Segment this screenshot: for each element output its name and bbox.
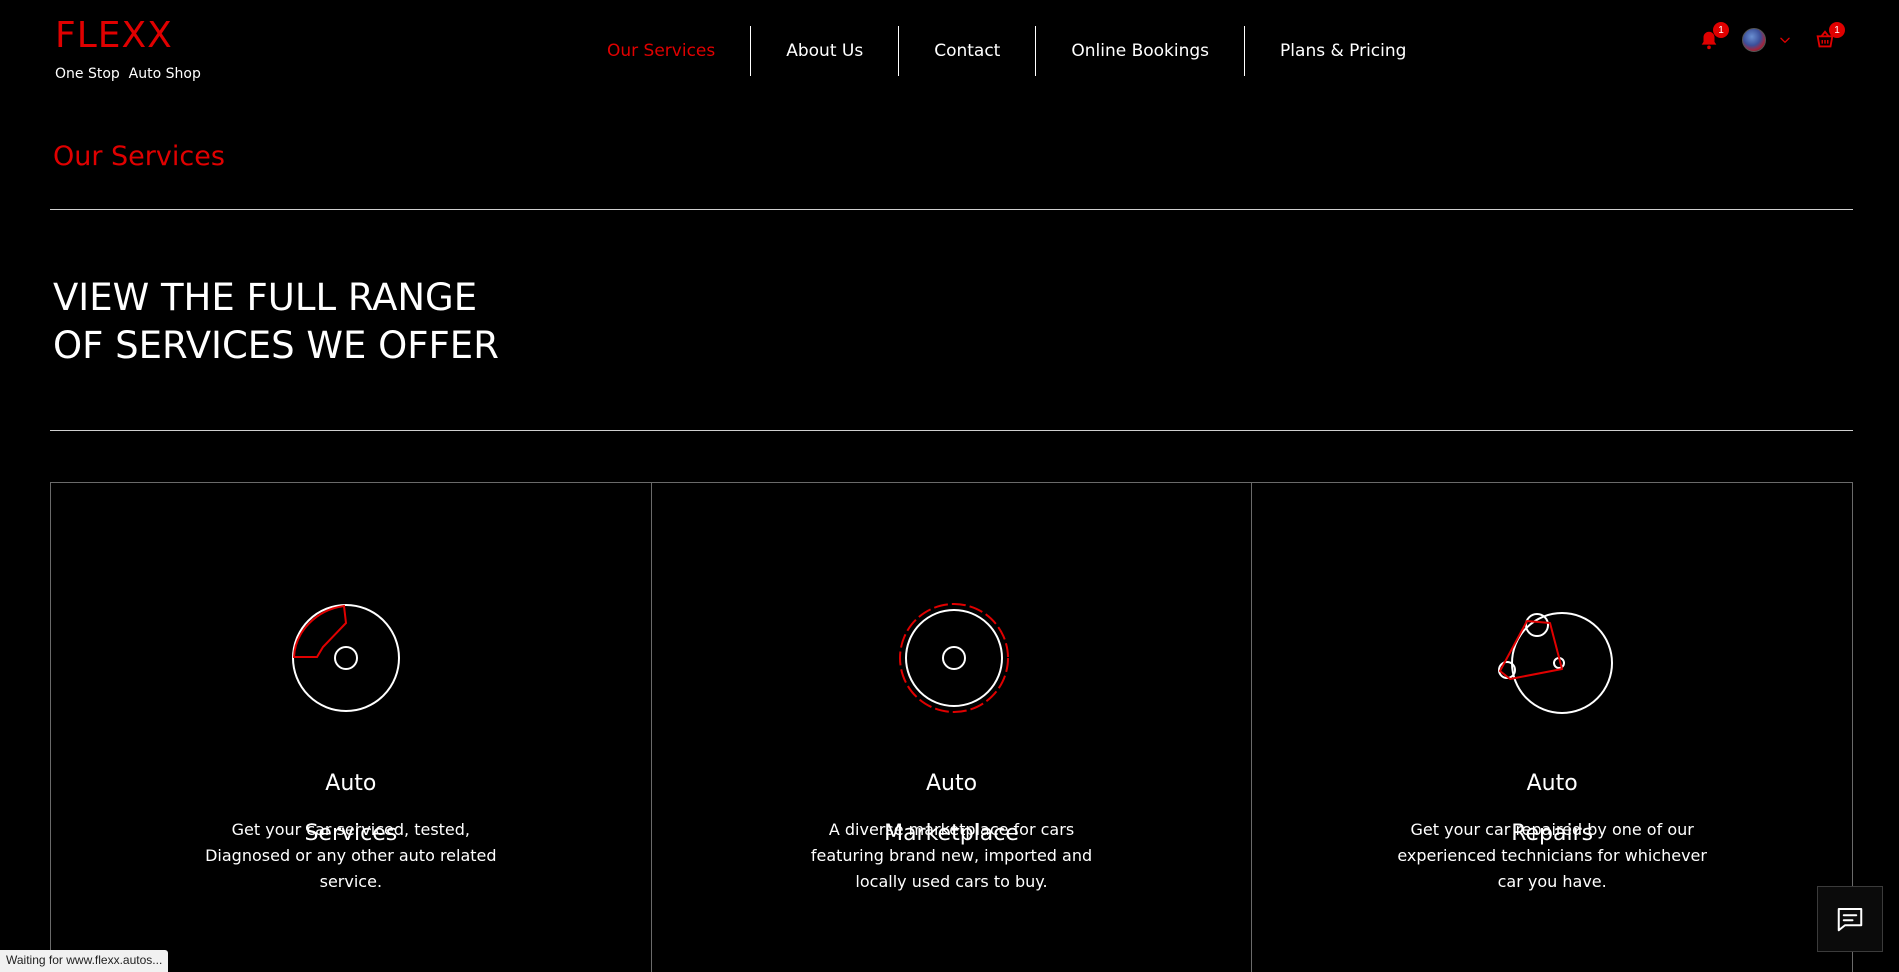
service-description: Get your car serviced, tested, Diagnosed… xyxy=(205,820,497,891)
cart-badge: 1 xyxy=(1829,22,1845,38)
brand-logo[interactable]: FLEXX One Stop Auto Shop xyxy=(55,15,201,83)
account-menu-button[interactable] xyxy=(1737,26,1797,54)
chat-button[interactable] xyxy=(1817,886,1883,952)
tire-segment-icon xyxy=(291,604,400,712)
service-description: Get your car repaired by one of our expe… xyxy=(1397,820,1707,891)
notifications-button[interactable]: 1 xyxy=(1695,22,1729,54)
nav-our-services[interactable]: Our Services xyxy=(572,26,750,76)
header-tools: 1 1 xyxy=(1695,22,1845,54)
avatar xyxy=(1742,28,1766,52)
page-title: Our Services xyxy=(53,141,225,172)
divider xyxy=(50,430,1853,431)
nav-plans-pricing[interactable]: Plans & Pricing xyxy=(1244,26,1441,76)
nav-about-us[interactable]: About Us xyxy=(750,26,898,76)
page: FLEXX One Stop Auto Shop Our Services Ab… xyxy=(0,0,1899,972)
tire-ring-icon xyxy=(898,603,1009,713)
headline-line-1: VIEW THE FULL RANGE xyxy=(53,276,478,319)
nav-contact[interactable]: Contact xyxy=(898,26,1035,76)
service-description: A diverse marketplace for cars featuring… xyxy=(810,820,1093,891)
main-nav: Our Services About Us Contact Online Boo… xyxy=(572,26,1441,76)
headline: VIEW THE FULL RANGE OF SERVICES WE OFFER xyxy=(53,274,753,370)
nav-online-bookings[interactable]: Online Bookings xyxy=(1035,26,1244,76)
service-card-auto-services[interactable]: Auto Services Get your car serviced, tes… xyxy=(51,483,651,972)
chevron-down-icon xyxy=(1780,37,1790,43)
services-grid: Auto Services Get your car serviced, tes… xyxy=(50,482,1853,972)
notifications-badge: 1 xyxy=(1713,22,1729,38)
cart-button[interactable]: 1 xyxy=(1811,22,1845,54)
brand-name: FLEXX xyxy=(55,15,173,56)
service-card-auto-marketplace[interactable]: Auto Marketplace A diverse marketplace f… xyxy=(650,483,1252,972)
headline-line-2: OF SERVICES WE OFFER xyxy=(53,324,499,367)
divider xyxy=(50,209,1853,210)
chat-icon xyxy=(1837,908,1863,932)
brand-tagline: One Stop Auto Shop xyxy=(55,66,201,82)
belt-pulley-icon xyxy=(1498,612,1614,714)
browser-status-bar: Waiting for www.flexx.autos... xyxy=(0,950,169,972)
service-card-auto-repairs[interactable]: Auto Repairs Get your car repaired by on… xyxy=(1251,483,1852,972)
